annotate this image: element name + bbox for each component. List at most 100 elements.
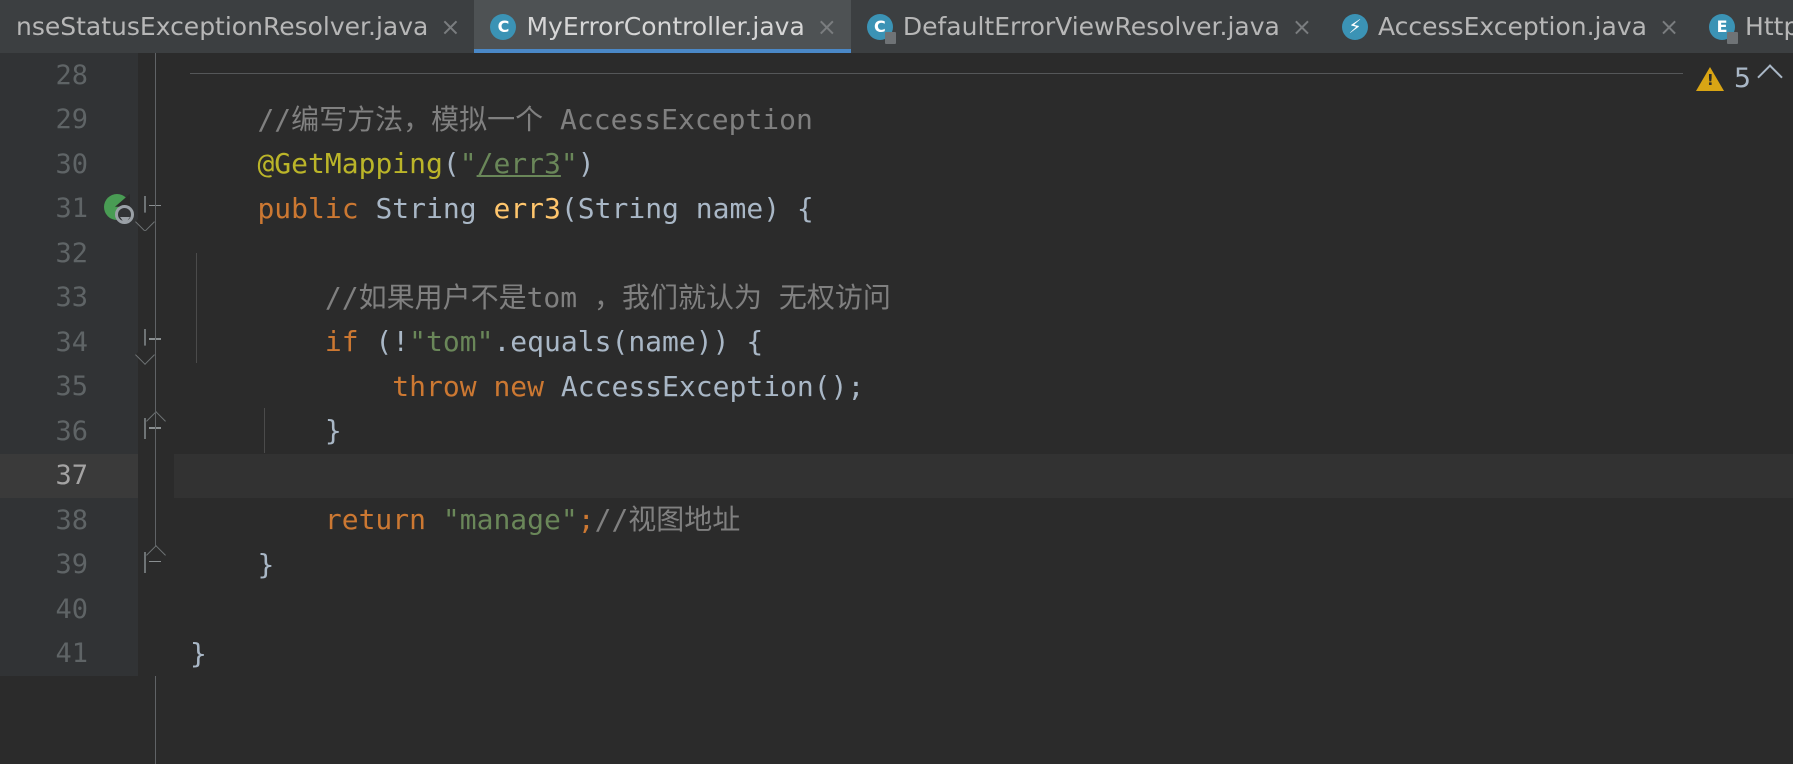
fold-shape — [144, 329, 146, 351]
line-number: 38 — [0, 498, 100, 543]
tab-label: HttpStatus.java — [1745, 12, 1793, 41]
line-number: 41 — [0, 631, 100, 676]
gutter-markers[interactable] — [100, 453, 138, 498]
library-badge-icon — [1727, 31, 1739, 44]
line-number: 33 — [0, 275, 100, 320]
gutter-markers[interactable] — [100, 364, 138, 409]
url-path-link[interactable]: /err3 — [477, 150, 561, 178]
gutter-markers[interactable] — [100, 53, 138, 98]
gutter-markers[interactable] — [100, 97, 138, 142]
chevron-up-icon[interactable] — [1757, 63, 1783, 90]
tab-myerrorcontroller[interactable]: C MyErrorController.java × — [474, 0, 851, 53]
keyword-token: new — [493, 369, 545, 403]
string-token: "manage" — [442, 503, 578, 537]
code-text: return "manage";//视图地址 — [174, 498, 1793, 543]
java-class-icon: C — [866, 13, 896, 44]
code-row[interactable]: 38 return "manage";//视图地址 — [0, 498, 1793, 543]
semicolon-token: ; — [577, 503, 595, 537]
comment-token: //如果用户不是tom ，我们就认为 无权访问 — [324, 280, 891, 314]
fold-column[interactable] — [138, 275, 174, 320]
warning-triangle-icon — [1695, 66, 1724, 91]
brace-token: } — [257, 547, 275, 581]
type-token: String — [375, 191, 477, 225]
line-number: 34 — [0, 320, 100, 365]
fold-end-icon[interactable] — [144, 411, 168, 443]
fold-column[interactable] — [138, 498, 174, 543]
gutter-markers[interactable] — [100, 498, 138, 543]
warning-count: 5 — [1733, 63, 1751, 94]
close-icon[interactable]: × — [1657, 15, 1679, 39]
gutter-markers[interactable] — [100, 631, 138, 676]
fold-column[interactable] — [138, 587, 174, 632]
code-text — [174, 53, 1793, 98]
gutter-markers[interactable] — [100, 231, 138, 276]
exception-token: AccessException(); — [560, 369, 865, 403]
tab-httpstatus[interactable]: E HttpStatus.java × — [1693, 0, 1793, 53]
close-icon[interactable]: × — [438, 15, 460, 39]
code-row[interactable]: 41 } — [0, 631, 1793, 676]
code-row[interactable]: 31 public String err3 (String name) { — [0, 186, 1793, 764]
fold-column[interactable] — [138, 186, 174, 764]
method-separator — [190, 73, 1683, 74]
code-row[interactable]: 32 — [0, 231, 1793, 276]
code-lines[interactable]: 28 29 //编写方法，模拟一个 AccessException 30 @Ge… — [0, 53, 1793, 764]
gutter-markers[interactable] — [100, 587, 138, 632]
fold-column[interactable] — [138, 364, 174, 409]
comment-token: //编写方法，模拟一个 AccessException — [257, 102, 813, 136]
tab-responsestatusexceptionresolver[interactable]: nseStatusExceptionResolver.java × — [0, 0, 475, 53]
code-row-active[interactable]: 37 — [0, 453, 1793, 498]
close-icon[interactable]: × — [815, 15, 837, 39]
code-row[interactable]: 30 @GetMapping("/err3 ") — [0, 142, 1793, 187]
run-gutter-icon[interactable] — [104, 193, 134, 224]
code-row[interactable]: 39 } — [0, 53, 1793, 587]
code-text: } — [174, 409, 1793, 454]
fold-column[interactable] — [138, 320, 174, 365]
paren-token: ) — [577, 147, 595, 181]
fold-shape — [144, 195, 146, 217]
tab-label: DefaultErrorViewResolver.java — [902, 12, 1280, 41]
fold-column[interactable] — [138, 53, 174, 98]
tab-defaulterrorviewresolver[interactable]: C DefaultErrorViewResolver.java × — [850, 0, 1326, 53]
code-row[interactable]: 35 throw new AccessException(); — [0, 364, 1793, 409]
library-badge-icon — [884, 31, 896, 44]
code-text: public String err3 (String name) { — [174, 187, 1793, 232]
inspection-widget[interactable]: 5 — [1695, 63, 1783, 94]
tab-accessexception[interactable]: ⚡ AccessException.java × — [1325, 0, 1694, 53]
fold-minus-icon[interactable] — [144, 195, 168, 221]
gutter-markers[interactable] — [100, 275, 138, 320]
code-row[interactable]: 29 //编写方法，模拟一个 AccessException — [0, 97, 1793, 142]
fold-column[interactable] — [138, 231, 174, 276]
fold-dash — [149, 560, 161, 563]
fold-end-icon[interactable] — [144, 544, 168, 577]
gutter-markers[interactable] — [100, 320, 138, 365]
gutter-markers[interactable] — [100, 142, 138, 187]
quote-token: " — [560, 147, 578, 181]
code-row[interactable]: 40 — [0, 587, 1793, 632]
code-row[interactable]: 28 — [0, 53, 1793, 98]
fold-column[interactable] — [138, 97, 174, 142]
close-icon[interactable]: × — [1290, 15, 1312, 39]
code-editor[interactable]: 5 28 29 //编写方法，模拟一个 AccessException 30 — [0, 53, 1793, 764]
line-number: 39 — [0, 542, 100, 587]
fold-column[interactable] — [138, 453, 174, 498]
java-class-icon: C — [490, 13, 517, 40]
gutter-markers[interactable] — [100, 409, 138, 454]
gutter-markers[interactable] — [100, 542, 138, 587]
fold-minus-icon[interactable] — [144, 329, 168, 354]
line-number: 31 — [0, 186, 100, 231]
fold-column[interactable] — [138, 631, 174, 676]
gutter-markers[interactable] — [100, 186, 138, 231]
fold-column[interactable] — [138, 409, 174, 454]
brace-token: } — [324, 414, 342, 448]
code-row[interactable]: 33 //如果用户不是tom ，我们就认为 无权访问 — [0, 275, 1793, 320]
condition-token: (! — [358, 325, 410, 359]
line-number: 32 — [0, 231, 100, 276]
fold-column[interactable] — [138, 142, 174, 187]
fold-column[interactable] — [138, 53, 174, 587]
code-row[interactable]: 34 if (! "tom" .equals(name)) { — [0, 320, 1793, 365]
condition-token: .equals(name)) { — [493, 325, 764, 359]
code-row[interactable]: 36 } — [0, 409, 1793, 454]
java-enum-icon: E — [1709, 13, 1739, 44]
